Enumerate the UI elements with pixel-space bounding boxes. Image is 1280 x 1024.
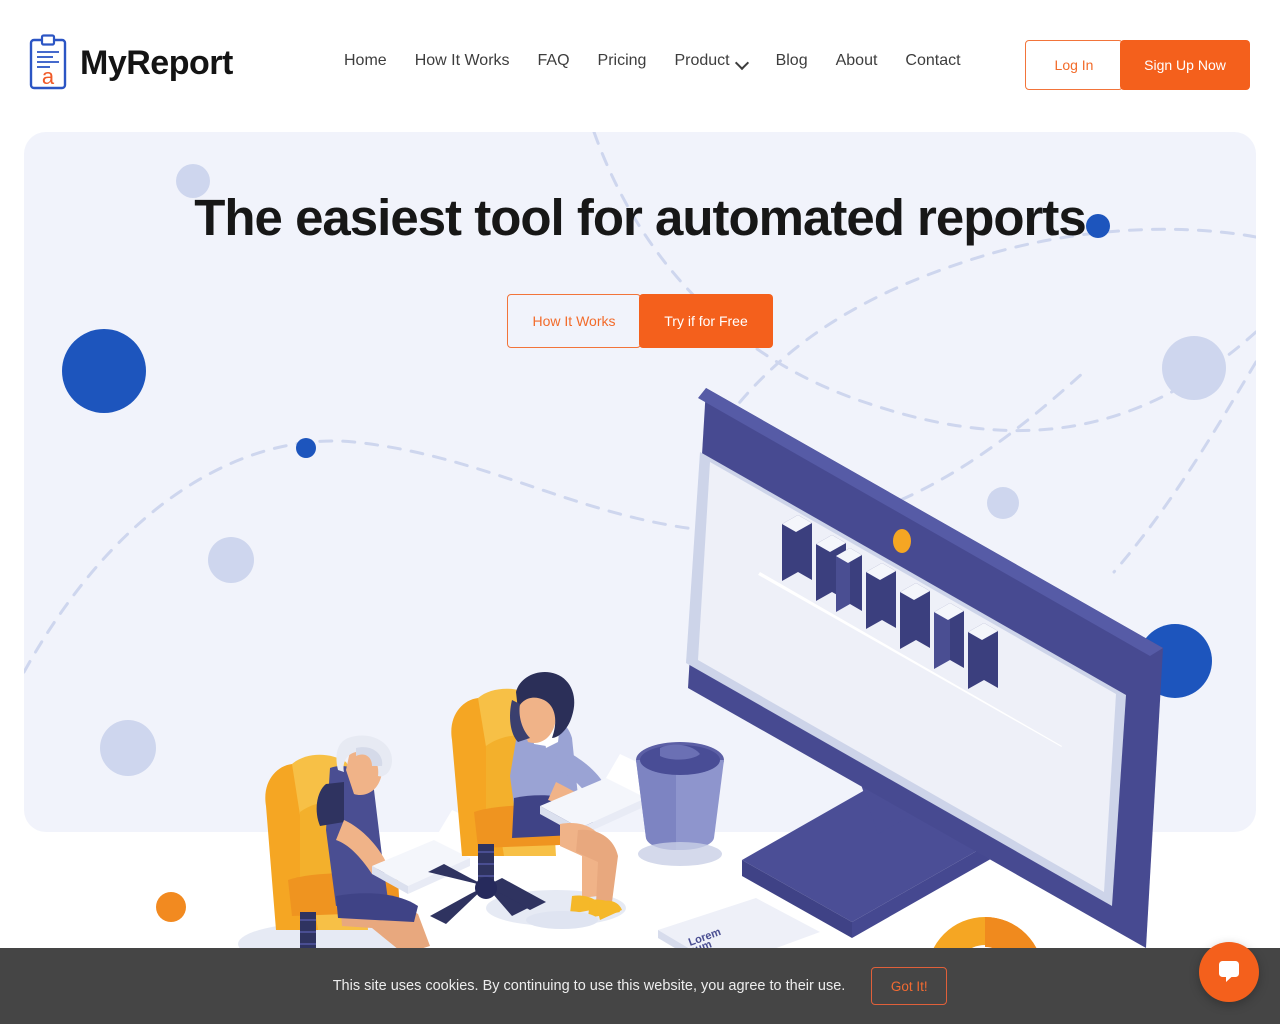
- login-label: Log In: [1054, 57, 1094, 73]
- chat-widget-button[interactable]: [1199, 942, 1259, 1002]
- logo-letter: a: [42, 64, 55, 89]
- decor-dot-orange: [156, 892, 186, 922]
- hero-illustration: Lorem ipsum: [0, 0, 1280, 1024]
- nav-label: About: [835, 52, 878, 69]
- clipboard-a-icon: a: [28, 34, 68, 92]
- how-it-works-label: How It Works: [532, 313, 616, 329]
- nav-item-how-it-works[interactable]: How It Works: [401, 52, 524, 70]
- nav-label: Contact: [905, 52, 961, 69]
- page-root: a MyReport Home How It Works FAQ Pricing…: [0, 0, 1280, 1024]
- nav-label: Product: [674, 52, 730, 69]
- nav-label: Blog: [775, 52, 808, 69]
- person-left-with-laptop: [238, 735, 492, 972]
- site-header: a MyReport Home How It Works FAQ Pricing…: [0, 0, 1280, 132]
- cookie-accept-label: Got It!: [890, 978, 928, 994]
- hero-cta-group: How It Works Try if for Free: [24, 294, 1256, 348]
- brand-name: MyReport: [80, 44, 233, 82]
- cookie-accept-button[interactable]: Got It!: [871, 967, 948, 1005]
- nav-label: Pricing: [597, 52, 647, 69]
- chat-bubble-icon: [1219, 961, 1239, 982]
- nav-label: Home: [344, 52, 387, 69]
- try-for-free-label: Try if for Free: [664, 313, 748, 329]
- chevron-down-icon: [737, 58, 748, 65]
- auth-actions: Log In Sign Up Now: [1025, 40, 1250, 90]
- person-right-with-laptop: [428, 672, 662, 929]
- nav-label: FAQ: [537, 52, 570, 69]
- page-title: The easiest tool for automated reports: [194, 189, 1087, 246]
- signup-button[interactable]: Sign Up Now: [1120, 40, 1250, 90]
- waste-bin: [636, 742, 724, 866]
- nav-label: How It Works: [414, 52, 510, 69]
- nav-item-about[interactable]: About: [822, 52, 892, 70]
- nav-item-contact[interactable]: Contact: [891, 52, 974, 70]
- signup-label: Sign Up Now: [1144, 57, 1226, 73]
- cookie-consent-banner: This site uses cookies. By continuing to…: [0, 948, 1280, 1024]
- brand-logo[interactable]: a MyReport: [28, 34, 233, 92]
- login-button[interactable]: Log In: [1025, 40, 1123, 90]
- main-navigation: Home How It Works FAQ Pricing Product Bl…: [330, 52, 975, 70]
- how-it-works-button[interactable]: How It Works: [507, 294, 641, 348]
- nav-item-home[interactable]: Home: [330, 52, 401, 70]
- nav-item-blog[interactable]: Blog: [762, 52, 822, 70]
- try-for-free-button[interactable]: Try if for Free: [639, 294, 773, 348]
- nav-item-pricing[interactable]: Pricing: [584, 52, 661, 70]
- nav-item-product[interactable]: Product: [660, 52, 761, 70]
- nav-item-faq[interactable]: FAQ: [524, 52, 584, 70]
- cookie-message: This site uses cookies. By continuing to…: [332, 978, 846, 994]
- monitor-camera-led: [893, 529, 911, 553]
